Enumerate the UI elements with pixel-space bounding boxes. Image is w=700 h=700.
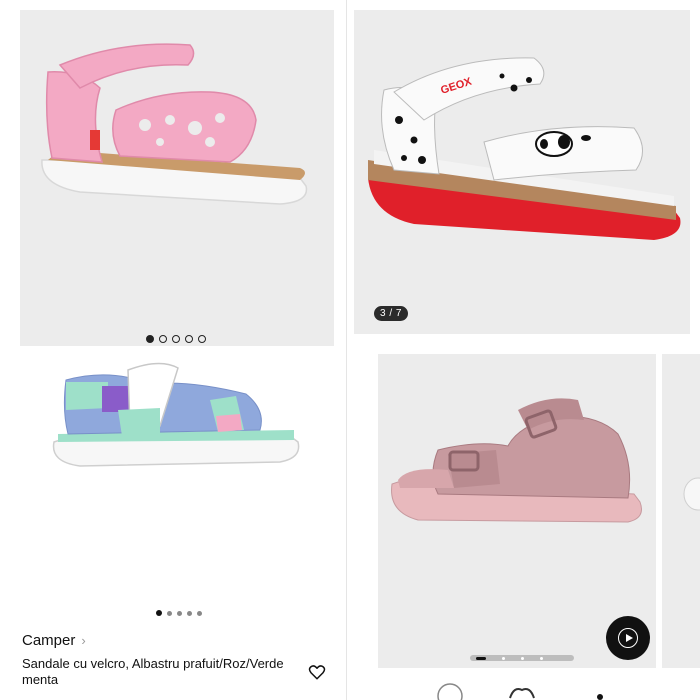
product-image[interactable]: GEOX [354,10,690,334]
carousel-dot[interactable] [172,335,180,343]
carousel-dot[interactable] [197,610,202,616]
action-icons-row [430,680,630,700]
view-icon[interactable] [437,683,463,700]
product-card-4[interactable] [350,350,700,700]
brand-name: Camper [22,632,76,649]
progress-segment-active [476,656,486,660]
progress-marker [540,656,543,660]
product-brand-link[interactable]: Camper › [22,632,86,649]
grid-divider [346,0,347,700]
chevron-right-icon: › [81,633,86,648]
more-icon[interactable] [597,694,603,700]
image-carousel-dots [156,610,202,616]
product-card-2[interactable]: GEOX 3 / 7 [350,0,700,350]
carousel-dot[interactable] [159,335,167,343]
carousel-dot[interactable] [156,610,162,616]
carousel-dot[interactable] [177,610,182,616]
product-card-3[interactable]: Camper › Sandale cu velcro, Albastru pra… [0,350,345,700]
geox-sandal-illustration: GEOX [368,57,681,240]
image-counter: 3 / 7 [374,306,408,321]
carousel-dot[interactable] [167,610,172,616]
product-image[interactable] [20,10,334,346]
carousel-dot[interactable] [185,335,193,343]
image-carousel-dots [146,335,206,343]
carousel-dot[interactable] [198,335,206,343]
carousel-dot[interactable] [146,335,154,343]
next-shoe-peek [683,477,700,511]
blue-mint-sandal-illustration [52,362,300,467]
progress-marker [502,656,505,660]
carousel-dot[interactable] [187,610,192,616]
pink-sandal-illustration [41,43,308,205]
product-card-1[interactable] [0,0,345,350]
play-video-button[interactable] [606,616,650,660]
video-progress-bar[interactable] [470,655,574,661]
play-icon [618,628,638,648]
progress-marker [521,656,524,660]
product-title[interactable]: Sandale cu velcro, Albastru prafuit/Roz/… [22,656,304,688]
product-image[interactable] [10,350,336,615]
next-product-image-peek[interactable] [662,354,700,668]
heart-icon[interactable] [509,688,535,699]
heart-icon[interactable] [308,663,326,681]
